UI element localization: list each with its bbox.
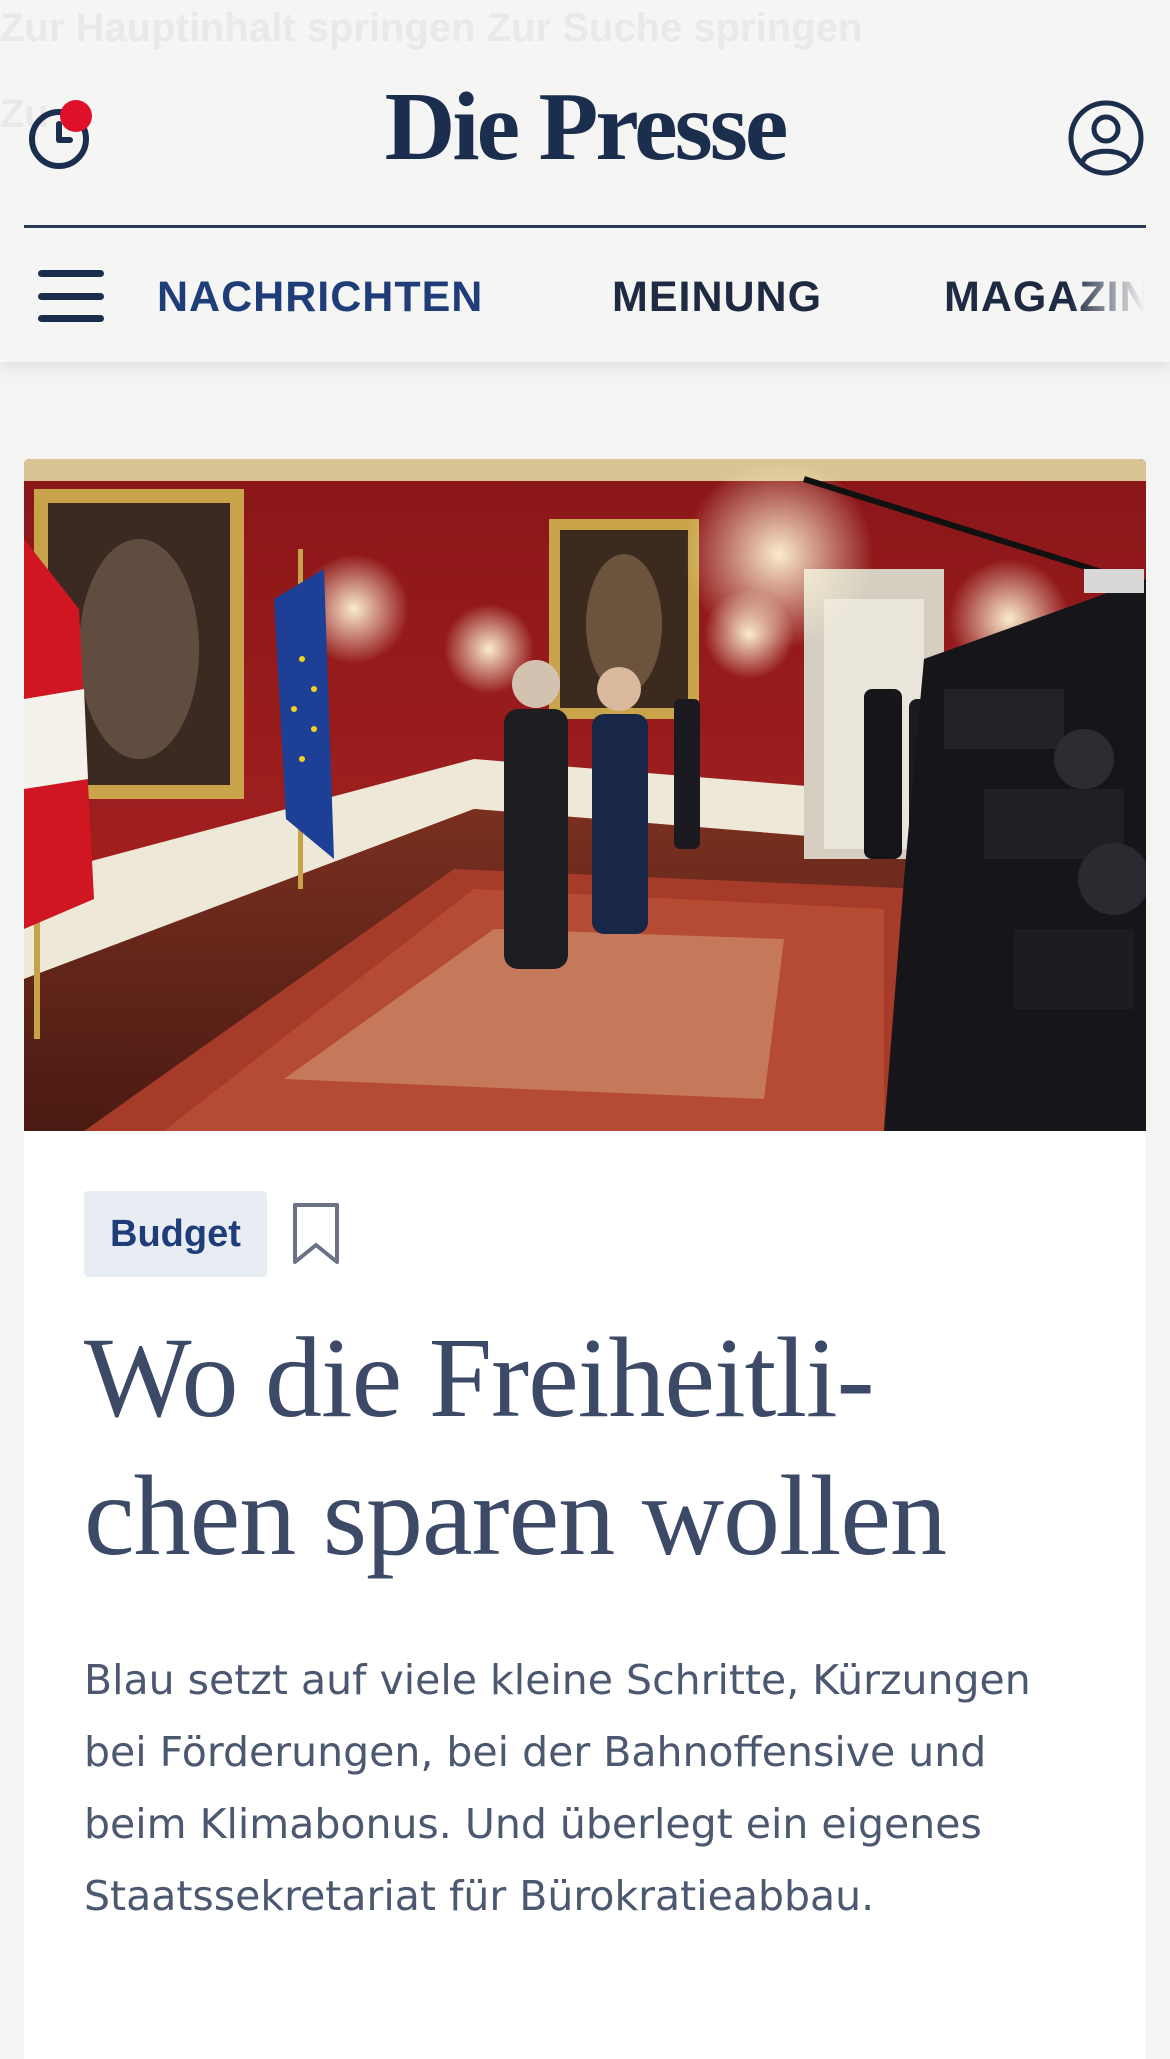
user-account-icon	[1068, 100, 1144, 176]
article-hero-image[interactable]	[24, 459, 1146, 1131]
article-lead: Blau setzt auf viele kleine Schritte, Kü…	[84, 1656, 1031, 1920]
headline-line-1: Wo die Freiheitli-	[84, 1314, 875, 1441]
hamburger-menu-icon[interactable]	[38, 270, 106, 322]
bookmark-button[interactable]	[291, 1202, 341, 1266]
nav-item-meinung[interactable]: MEINUNG	[612, 272, 822, 322]
article-teaser-card[interactable]: Budget Wo die Freiheitli- chen sparen wo…	[24, 459, 1146, 2059]
article-meta-row: Budget	[84, 1191, 341, 1277]
account-button[interactable]	[1066, 98, 1146, 178]
site-logo[interactable]: Die Presse	[0, 78, 1170, 176]
skip-links-ghost: Zur Hauptinhalt springen Zur Suche sprin…	[0, 6, 863, 50]
hero-photo	[24, 459, 1146, 1131]
nav-item-nachrichten[interactable]: NACHRICHTEN	[157, 272, 483, 322]
category-tag[interactable]: Budget	[84, 1191, 267, 1277]
header-divider	[24, 225, 1146, 228]
site-header: Zur Hauptinhalt springen Zur Suche sprin…	[0, 0, 1170, 362]
headline-line-2: chen sparen wollen	[84, 1452, 947, 1579]
nav-scroll-fade	[1070, 262, 1170, 332]
article-headline[interactable]: Wo die Freiheitli- chen sparen wollen	[84, 1309, 1094, 1585]
bookmark-icon	[292, 1203, 339, 1264]
